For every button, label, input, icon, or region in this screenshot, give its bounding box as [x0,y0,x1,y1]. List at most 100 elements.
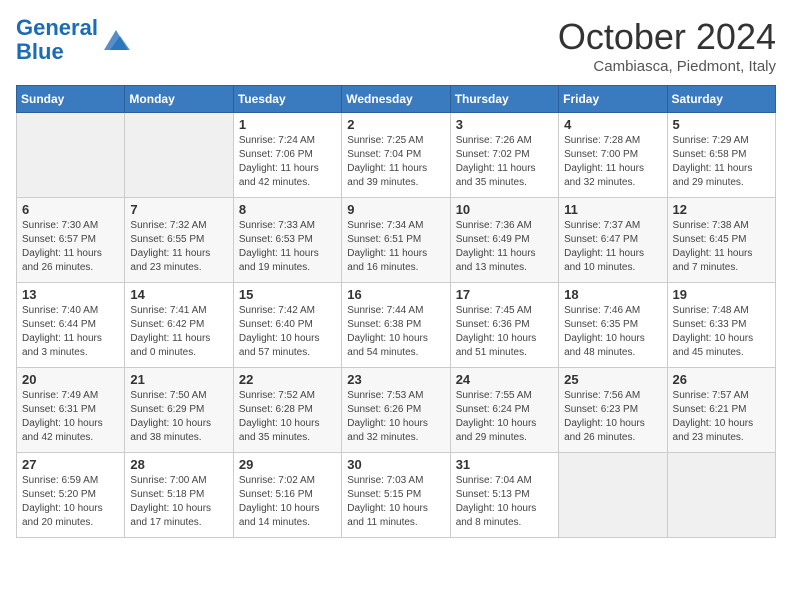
calendar-cell: 11 Sunrise: 7:37 AMSunset: 6:47 PMDayligh… [559,198,667,283]
cell-content: Sunrise: 7:45 AMSunset: 6:36 PMDaylight:… [456,304,553,360]
calendar-table: SundayMondayTuesdayWednesdayThursdayFrid… [16,85,776,538]
weekday-header: Thursday [450,86,558,113]
day-number: 10 [456,202,553,217]
logo-text: GeneralBlue [16,16,98,64]
day-number: 3 [456,117,553,132]
cell-content: Sunrise: 6:59 AMSunset: 5:20 PMDaylight:… [22,474,119,530]
cell-content: Sunrise: 7:50 AMSunset: 6:29 PMDaylight:… [130,389,227,445]
day-number: 7 [130,202,227,217]
day-number: 25 [564,372,661,387]
calendar-cell: 1 Sunrise: 7:24 AMSunset: 7:06 PMDaylight… [233,113,341,198]
calendar-header-row: SundayMondayTuesdayWednesdayThursdayFrid… [17,86,776,113]
calendar-cell: 10 Sunrise: 7:36 AMSunset: 6:49 PMDayligh… [450,198,558,283]
cell-content: Sunrise: 7:36 AMSunset: 6:49 PMDaylight:… [456,219,553,275]
cell-content: Sunrise: 7:44 AMSunset: 6:38 PMDaylight:… [347,304,444,360]
weekday-header: Wednesday [342,86,450,113]
calendar-cell: 31 Sunrise: 7:04 AMSunset: 5:13 PMDayligh… [450,453,558,538]
cell-content: Sunrise: 7:28 AMSunset: 7:00 PMDaylight:… [564,134,661,190]
cell-content: Sunrise: 7:25 AMSunset: 7:04 PMDaylight:… [347,134,444,190]
calendar-cell: 30Sunrise: 7:03 AMSunset: 5:15 PMDayligh… [342,453,450,538]
calendar-cell: 12 Sunrise: 7:38 AMSunset: 6:45 PMDayligh… [667,198,775,283]
calendar-cell: 22Sunrise: 7:52 AMSunset: 6:28 PMDayligh… [233,368,341,453]
cell-content: Sunrise: 7:57 AMSunset: 6:21 PMDaylight:… [673,389,770,445]
calendar-cell: 4 Sunrise: 7:28 AMSunset: 7:00 PMDaylight… [559,113,667,198]
day-number: 20 [22,372,119,387]
calendar-cell: 18 Sunrise: 7:46 AMSunset: 6:35 PMDayligh… [559,283,667,368]
calendar-cell [125,113,233,198]
calendar-body: 1 Sunrise: 7:24 AMSunset: 7:06 PMDaylight… [17,113,776,538]
cell-content: Sunrise: 7:38 AMSunset: 6:45 PMDaylight:… [673,219,770,275]
calendar-week-row: 6Sunrise: 7:30 AMSunset: 6:57 PMDaylight… [17,198,776,283]
day-number: 29 [239,457,336,472]
day-number: 18 [564,287,661,302]
day-number: 23 [347,372,444,387]
cell-content: Sunrise: 7:24 AMSunset: 7:06 PMDaylight:… [239,134,336,190]
cell-content: Sunrise: 7:41 AMSunset: 6:42 PMDaylight:… [130,304,227,360]
cell-content: Sunrise: 7:42 AMSunset: 6:40 PMDaylight:… [239,304,336,360]
cell-content: Sunrise: 7:04 AMSunset: 5:13 PMDaylight:… [456,474,553,530]
cell-content: Sunrise: 7:29 AMSunset: 6:58 PMDaylight:… [673,134,770,190]
day-number: 2 [347,117,444,132]
day-number: 8 [239,202,336,217]
day-number: 17 [456,287,553,302]
logo-icon [100,26,132,54]
calendar-cell: 13 Sunrise: 7:40 AMSunset: 6:44 PMDayligh… [17,283,125,368]
calendar-cell: 5 Sunrise: 7:29 AMSunset: 6:58 PMDaylight… [667,113,775,198]
calendar-cell: 14 Sunrise: 7:41 AMSunset: 6:42 PMDayligh… [125,283,233,368]
cell-content: Sunrise: 7:03 AMSunset: 5:15 PMDaylight:… [347,474,444,530]
day-number: 11 [564,202,661,217]
calendar-cell: 9Sunrise: 7:34 AMSunset: 6:51 PMDaylight… [342,198,450,283]
cell-content: Sunrise: 7:00 AMSunset: 5:18 PMDaylight:… [130,474,227,530]
cell-content: Sunrise: 7:37 AMSunset: 6:47 PMDaylight:… [564,219,661,275]
day-number: 4 [564,117,661,132]
calendar-cell: 21 Sunrise: 7:50 AMSunset: 6:29 PMDayligh… [125,368,233,453]
day-number: 19 [673,287,770,302]
calendar-cell [17,113,125,198]
calendar-cell: 20Sunrise: 7:49 AMSunset: 6:31 PMDayligh… [17,368,125,453]
calendar-cell: 26 Sunrise: 7:57 AMSunset: 6:21 PMDayligh… [667,368,775,453]
cell-content: Sunrise: 7:02 AMSunset: 5:16 PMDaylight:… [239,474,336,530]
day-number: 6 [22,202,119,217]
weekday-header: Friday [559,86,667,113]
calendar-week-row: 1 Sunrise: 7:24 AMSunset: 7:06 PMDaylight… [17,113,776,198]
calendar-week-row: 13 Sunrise: 7:40 AMSunset: 6:44 PMDayligh… [17,283,776,368]
page-header: GeneralBlue October 2024 Cambiasca, Pied… [16,16,776,75]
calendar-week-row: 20Sunrise: 7:49 AMSunset: 6:31 PMDayligh… [17,368,776,453]
day-number: 21 [130,372,227,387]
cell-content: Sunrise: 7:55 AMSunset: 6:24 PMDaylight:… [456,389,553,445]
day-number: 12 [673,202,770,217]
calendar-cell: 23 Sunrise: 7:53 AMSunset: 6:26 PMDayligh… [342,368,450,453]
calendar-cell: 2 Sunrise: 7:25 AMSunset: 7:04 PMDaylight… [342,113,450,198]
day-number: 5 [673,117,770,132]
day-number: 14 [130,287,227,302]
calendar-cell: 29 Sunrise: 7:02 AMSunset: 5:16 PMDayligh… [233,453,341,538]
calendar-cell: 25 Sunrise: 7:56 AMSunset: 6:23 PMDayligh… [559,368,667,453]
day-number: 24 [456,372,553,387]
logo: GeneralBlue [16,16,132,64]
cell-content: Sunrise: 7:56 AMSunset: 6:23 PMDaylight:… [564,389,661,445]
cell-content: Sunrise: 7:48 AMSunset: 6:33 PMDaylight:… [673,304,770,360]
cell-content: Sunrise: 7:26 AMSunset: 7:02 PMDaylight:… [456,134,553,190]
calendar-cell: 17 Sunrise: 7:45 AMSunset: 6:36 PMDayligh… [450,283,558,368]
day-number: 1 [239,117,336,132]
cell-content: Sunrise: 7:53 AMSunset: 6:26 PMDaylight:… [347,389,444,445]
calendar-cell: 15Sunrise: 7:42 AMSunset: 6:40 PMDayligh… [233,283,341,368]
calendar-cell: 6Sunrise: 7:30 AMSunset: 6:57 PMDaylight… [17,198,125,283]
calendar-cell: 19 Sunrise: 7:48 AMSunset: 6:33 PMDayligh… [667,283,775,368]
day-number: 28 [130,457,227,472]
cell-content: Sunrise: 7:46 AMSunset: 6:35 PMDaylight:… [564,304,661,360]
day-number: 31 [456,457,553,472]
cell-content: Sunrise: 7:33 AMSunset: 6:53 PMDaylight:… [239,219,336,275]
day-number: 16 [347,287,444,302]
location: Cambiasca, Piedmont, Italy [558,58,776,75]
calendar-cell: 28 Sunrise: 7:00 AMSunset: 5:18 PMDayligh… [125,453,233,538]
day-number: 26 [673,372,770,387]
day-number: 13 [22,287,119,302]
day-number: 9 [347,202,444,217]
cell-content: Sunrise: 7:40 AMSunset: 6:44 PMDaylight:… [22,304,119,360]
calendar-cell: 8 Sunrise: 7:33 AMSunset: 6:53 PMDaylight… [233,198,341,283]
calendar-cell: 7Sunrise: 7:32 AMSunset: 6:55 PMDaylight… [125,198,233,283]
cell-content: Sunrise: 7:52 AMSunset: 6:28 PMDaylight:… [239,389,336,445]
calendar-cell [667,453,775,538]
weekday-header: Saturday [667,86,775,113]
